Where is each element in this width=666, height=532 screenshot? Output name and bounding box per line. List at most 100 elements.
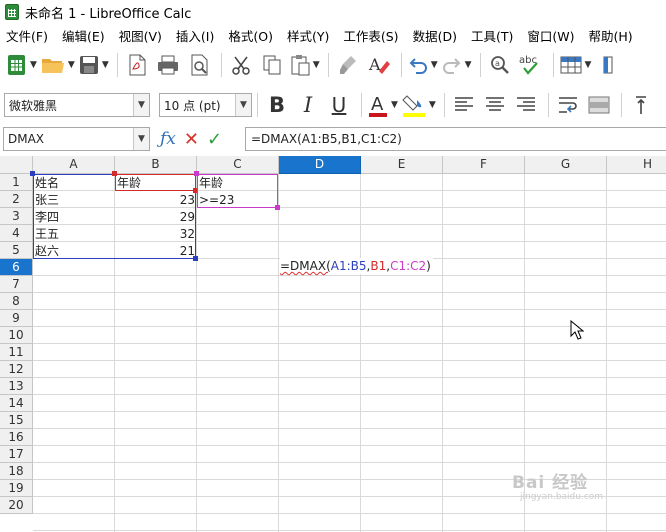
range-handle[interactable]	[112, 171, 117, 176]
row-header-7[interactable]: 7	[0, 276, 33, 293]
name-box[interactable]: DMAX ▼	[3, 127, 150, 151]
cell-d6-editing[interactable]: =DMAX(A1:B5,B1,C1:C2)	[280, 258, 433, 274]
align-left-button[interactable]	[450, 91, 478, 119]
font-size-value[interactable]: 10 点 (pt)	[160, 97, 235, 114]
cell-a3[interactable]: 李四	[35, 209, 59, 225]
export-pdf-button[interactable]	[123, 51, 151, 79]
column-header-g[interactable]: G	[525, 156, 607, 174]
menu-file[interactable]: 文件(F)	[6, 26, 48, 45]
highlight-color-button[interactable]: ▼	[401, 91, 436, 119]
open-button[interactable]: ▼	[40, 51, 75, 79]
clear-formatting-button[interactable]: A	[365, 51, 393, 79]
cell-b4[interactable]: 32	[115, 226, 195, 242]
row-header-13[interactable]: 13	[0, 378, 33, 395]
font-color-button[interactable]: A ▼	[367, 91, 398, 119]
row-header-8[interactable]: 8	[0, 293, 33, 310]
select-all-corner[interactable]	[0, 156, 33, 174]
range-handle[interactable]	[193, 188, 198, 193]
clone-formatting-button[interactable]	[334, 51, 362, 79]
range-handle[interactable]	[275, 205, 280, 210]
chevron-down-icon[interactable]: ▼	[391, 100, 398, 110]
chevron-down-icon[interactable]: ▼	[465, 60, 472, 70]
formula-input[interactable]: =DMAX(A1:B5,B1,C1:C2)	[245, 127, 666, 151]
row-header-2[interactable]: 2	[0, 191, 33, 208]
chevron-down-icon[interactable]: ▼	[431, 60, 438, 70]
chevron-down-icon[interactable]: ▼	[133, 128, 149, 150]
chevron-down-icon[interactable]: ▼	[68, 60, 75, 70]
cell-a1[interactable]: 姓名	[35, 175, 59, 191]
align-center-button[interactable]	[481, 91, 509, 119]
italic-button[interactable]: I	[294, 91, 322, 119]
menu-insert[interactable]: 插入(I)	[176, 26, 214, 45]
column-header-c[interactable]: C	[197, 156, 279, 174]
copy-button[interactable]	[258, 51, 286, 79]
row-header-11[interactable]: 11	[0, 344, 33, 361]
row-header-16[interactable]: 16	[0, 429, 33, 446]
row-header-14[interactable]: 14	[0, 395, 33, 412]
row-header-10[interactable]: 10	[0, 327, 33, 344]
column-button[interactable]	[594, 51, 622, 79]
menu-window[interactable]: 窗口(W)	[527, 26, 574, 45]
cancel-icon[interactable]: ✕	[184, 129, 199, 150]
row-header-5[interactable]: 5	[0, 242, 33, 259]
print-button[interactable]	[154, 51, 182, 79]
chevron-down-icon[interactable]: ▼	[133, 94, 149, 116]
cell-b5[interactable]: 21	[115, 243, 195, 259]
cell-a5[interactable]: 赵六	[35, 243, 59, 259]
cell-a4[interactable]: 王五	[35, 226, 59, 242]
wrap-text-button[interactable]	[554, 91, 582, 119]
menu-edit[interactable]: 编辑(E)	[62, 26, 105, 45]
print-preview-button[interactable]	[185, 51, 213, 79]
chevron-down-icon[interactable]: ▼	[313, 60, 320, 70]
range-handle[interactable]	[30, 171, 35, 176]
cell-c1[interactable]: 年龄	[199, 175, 223, 191]
find-replace-button[interactable]: a	[486, 51, 514, 79]
menu-sheet[interactable]: 工作表(S)	[343, 26, 398, 45]
cell-b1[interactable]: 年龄	[117, 175, 141, 191]
row-header-19[interactable]: 19	[0, 480, 33, 497]
column-header-f[interactable]: F	[443, 156, 525, 174]
row-header-4[interactable]: 4	[0, 225, 33, 242]
row-header-1[interactable]: 1	[0, 174, 33, 191]
cell-c2[interactable]: >=23	[199, 192, 234, 208]
row-header-18[interactable]: 18	[0, 463, 33, 480]
row-header-6[interactable]: 6	[0, 259, 33, 276]
menu-help[interactable]: 帮助(H)	[588, 26, 632, 45]
align-right-button[interactable]	[512, 91, 540, 119]
chevron-down-icon[interactable]: ▼	[235, 94, 251, 116]
column-header-e[interactable]: E	[361, 156, 443, 174]
undo-button[interactable]: ▼	[407, 51, 438, 79]
spreadsheet-grid[interactable]: A B C D E F G H 1 2 3 4 5 6 7 8 9 10 11 …	[0, 156, 666, 532]
align-top-button[interactable]	[627, 91, 655, 119]
font-name-combo[interactable]: 微软雅黑 ▼	[4, 93, 150, 117]
font-size-combo[interactable]: 10 点 (pt) ▼	[159, 93, 252, 117]
cell-b3[interactable]: 29	[115, 209, 195, 225]
menu-tools[interactable]: 工具(T)	[471, 26, 513, 45]
new-spreadsheet-button[interactable]: ▼	[6, 51, 37, 79]
menu-format[interactable]: 格式(O)	[228, 26, 273, 45]
column-header-b[interactable]: B	[115, 156, 197, 174]
row-header-3[interactable]: 3	[0, 208, 33, 225]
spelling-button[interactable]: abc	[517, 51, 545, 79]
bold-button[interactable]: B	[263, 91, 291, 119]
row-button[interactable]: ▼	[559, 51, 592, 79]
paste-button[interactable]: ▼	[289, 51, 320, 79]
redo-button[interactable]: ▼	[441, 51, 472, 79]
row-header-9[interactable]: 9	[0, 310, 33, 327]
merge-cells-button[interactable]	[585, 91, 613, 119]
chevron-down-icon[interactable]: ▼	[429, 100, 436, 110]
menu-data[interactable]: 数据(D)	[413, 26, 457, 45]
menu-styles[interactable]: 样式(Y)	[287, 26, 329, 45]
column-header-d[interactable]: D	[279, 156, 361, 174]
chevron-down-icon[interactable]: ▼	[585, 60, 592, 70]
underline-button[interactable]: U	[325, 91, 353, 119]
cell-a2[interactable]: 张三	[35, 192, 59, 208]
name-box-value[interactable]: DMAX	[4, 132, 133, 146]
range-handle[interactable]	[193, 256, 198, 261]
row-header-17[interactable]: 17	[0, 446, 33, 463]
row-header-20[interactable]: 20	[0, 497, 33, 514]
cut-button[interactable]	[227, 51, 255, 79]
row-header-15[interactable]: 15	[0, 412, 33, 429]
chevron-down-icon[interactable]: ▼	[102, 60, 109, 70]
menu-view[interactable]: 视图(V)	[119, 26, 162, 45]
